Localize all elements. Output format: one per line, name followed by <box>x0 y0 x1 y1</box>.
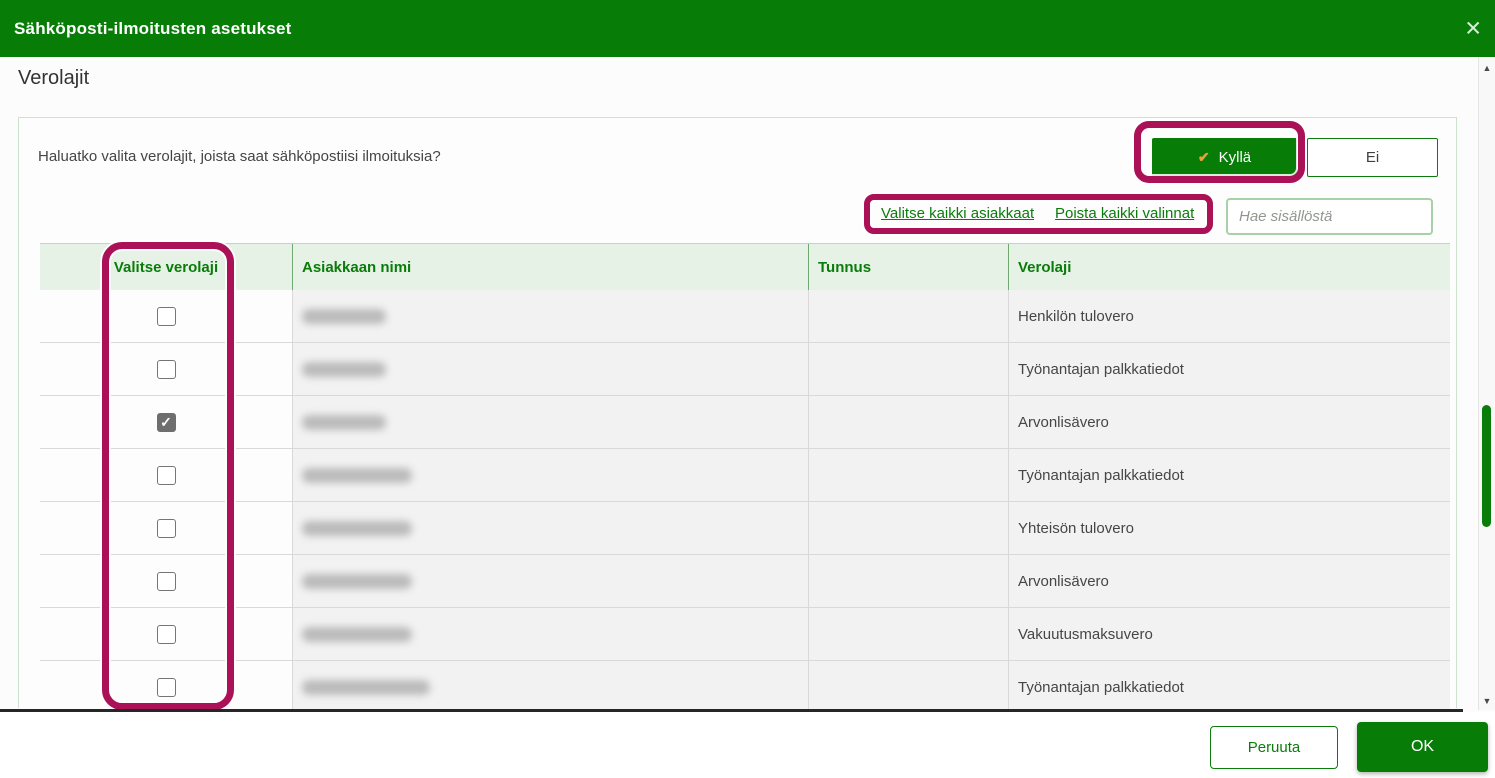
table-row: Vakuutusmaksuvero <box>40 608 1450 661</box>
customer-name-redacted <box>302 626 412 642</box>
customer-name-redacted <box>302 308 386 324</box>
table-row: Työnantajan palkkatiedot <box>40 661 1450 710</box>
scrollbar-up-icon[interactable]: ▲ <box>1479 64 1495 73</box>
verolaji-checkbox[interactable] <box>156 306 176 326</box>
cancel-button[interactable]: Peruuta <box>1210 726 1338 769</box>
column-header-tunnus: Tunnus <box>808 244 1008 290</box>
verolaji-cell: Henkilön tulovero <box>1008 290 1450 342</box>
tunnus-cell <box>808 608 1008 660</box>
customer-name-cell <box>292 343 808 395</box>
verolaji-checkbox[interactable] <box>156 571 176 591</box>
verolaji-checkbox[interactable] <box>156 465 176 485</box>
tunnus-cell <box>808 661 1008 710</box>
customer-name-cell <box>292 661 808 710</box>
customer-name-redacted <box>302 679 430 695</box>
yes-button-label: Kyllä <box>1218 149 1252 166</box>
check-icon: ✔ <box>1197 149 1210 165</box>
table-row: ✓ Arvonlisävero <box>40 396 1450 449</box>
tunnus-cell <box>808 502 1008 554</box>
verolaji-checkbox[interactable] <box>156 624 176 644</box>
verolaji-cell: Arvonlisävero <box>1008 396 1450 448</box>
tunnus-cell <box>808 396 1008 448</box>
table-row: Yhteisön tulovero <box>40 502 1450 555</box>
verolaji-checkbox[interactable] <box>156 677 176 697</box>
verolaji-cell: Työnantajan palkkatiedot <box>1008 343 1450 395</box>
tunnus-cell <box>808 449 1008 501</box>
column-header-verolaji: Verolaji <box>1008 244 1450 290</box>
select-verolaji-cell: ✓ <box>40 396 292 448</box>
table-row: Työnantajan palkkatiedot <box>40 343 1450 396</box>
select-verolaji-cell <box>40 290 292 342</box>
dialog-title: Sähköposti-ilmoitusten asetukset <box>14 18 292 38</box>
select-verolaji-cell <box>40 661 292 710</box>
verolaji-cell: Arvonlisävero <box>1008 555 1450 607</box>
customer-name-cell <box>292 502 808 554</box>
select-verolaji-cell <box>40 343 292 395</box>
close-icon[interactable]: ✕ <box>1464 18 1482 39</box>
page-title: Verolajit <box>18 67 90 89</box>
customer-name-redacted <box>302 573 412 589</box>
verolajit-table: Valitse verolaji Asiakkaan nimi Tunnus V… <box>40 243 1450 710</box>
table-row: Arvonlisävero <box>40 555 1450 608</box>
question-label: Haluatko valita verolajit, joista saat s… <box>38 148 441 165</box>
search-input[interactable] <box>1226 198 1433 235</box>
scrollbar-track[interactable] <box>1478 57 1495 710</box>
customer-name-cell <box>292 396 808 448</box>
scrollbar-thumb[interactable] <box>1482 405 1491 527</box>
verolaji-cell: Työnantajan palkkatiedot <box>1008 661 1450 710</box>
tunnus-cell <box>808 555 1008 607</box>
verolaji-cell: Työnantajan palkkatiedot <box>1008 449 1450 501</box>
table-row: Henkilön tulovero <box>40 290 1450 343</box>
select-verolaji-cell <box>40 449 292 501</box>
no-button[interactable]: Ei <box>1307 138 1438 177</box>
column-header-asiakkaan-nimi: Asiakkaan nimi <box>292 244 808 290</box>
ok-button[interactable]: OK <box>1357 722 1488 772</box>
customer-name-cell <box>292 608 808 660</box>
table-body: Henkilön tulovero Työnantajan palkkatiedo… <box>40 290 1450 710</box>
tunnus-cell <box>808 343 1008 395</box>
select-all-customers-link[interactable]: Valitse kaikki asiakkaat <box>881 205 1034 222</box>
clear-all-selections-link[interactable]: Poista kaikki valinnat <box>1055 205 1194 222</box>
customer-name-redacted <box>302 467 412 483</box>
customer-name-redacted <box>302 520 412 536</box>
customer-name-cell <box>292 555 808 607</box>
scrollbar-down-icon[interactable]: ▼ <box>1479 697 1495 706</box>
dialog-header: Sähköposti-ilmoitusten asetukset ✕ <box>0 0 1495 57</box>
customer-name-cell <box>292 290 808 342</box>
verolaji-checkbox[interactable] <box>156 359 176 379</box>
verolaji-checkbox[interactable] <box>156 518 176 538</box>
yes-button[interactable]: ✔ Kyllä <box>1152 138 1297 177</box>
verolaji-cell: Vakuutusmaksuvero <box>1008 608 1450 660</box>
table-header-row: Valitse verolaji Asiakkaan nimi Tunnus V… <box>40 243 1450 290</box>
tunnus-cell <box>808 290 1008 342</box>
customer-name-redacted <box>302 414 386 430</box>
table-row: Työnantajan palkkatiedot <box>40 449 1450 502</box>
select-verolaji-cell <box>40 502 292 554</box>
column-header-valitse-verolaji: Valitse verolaji <box>113 258 219 276</box>
customer-name-cell <box>292 449 808 501</box>
verolaji-checkbox-checked[interactable]: ✓ <box>156 412 176 432</box>
verolaji-cell: Yhteisön tulovero <box>1008 502 1450 554</box>
select-verolaji-cell <box>40 555 292 607</box>
select-verolaji-cell <box>40 608 292 660</box>
customer-name-redacted <box>302 361 386 377</box>
